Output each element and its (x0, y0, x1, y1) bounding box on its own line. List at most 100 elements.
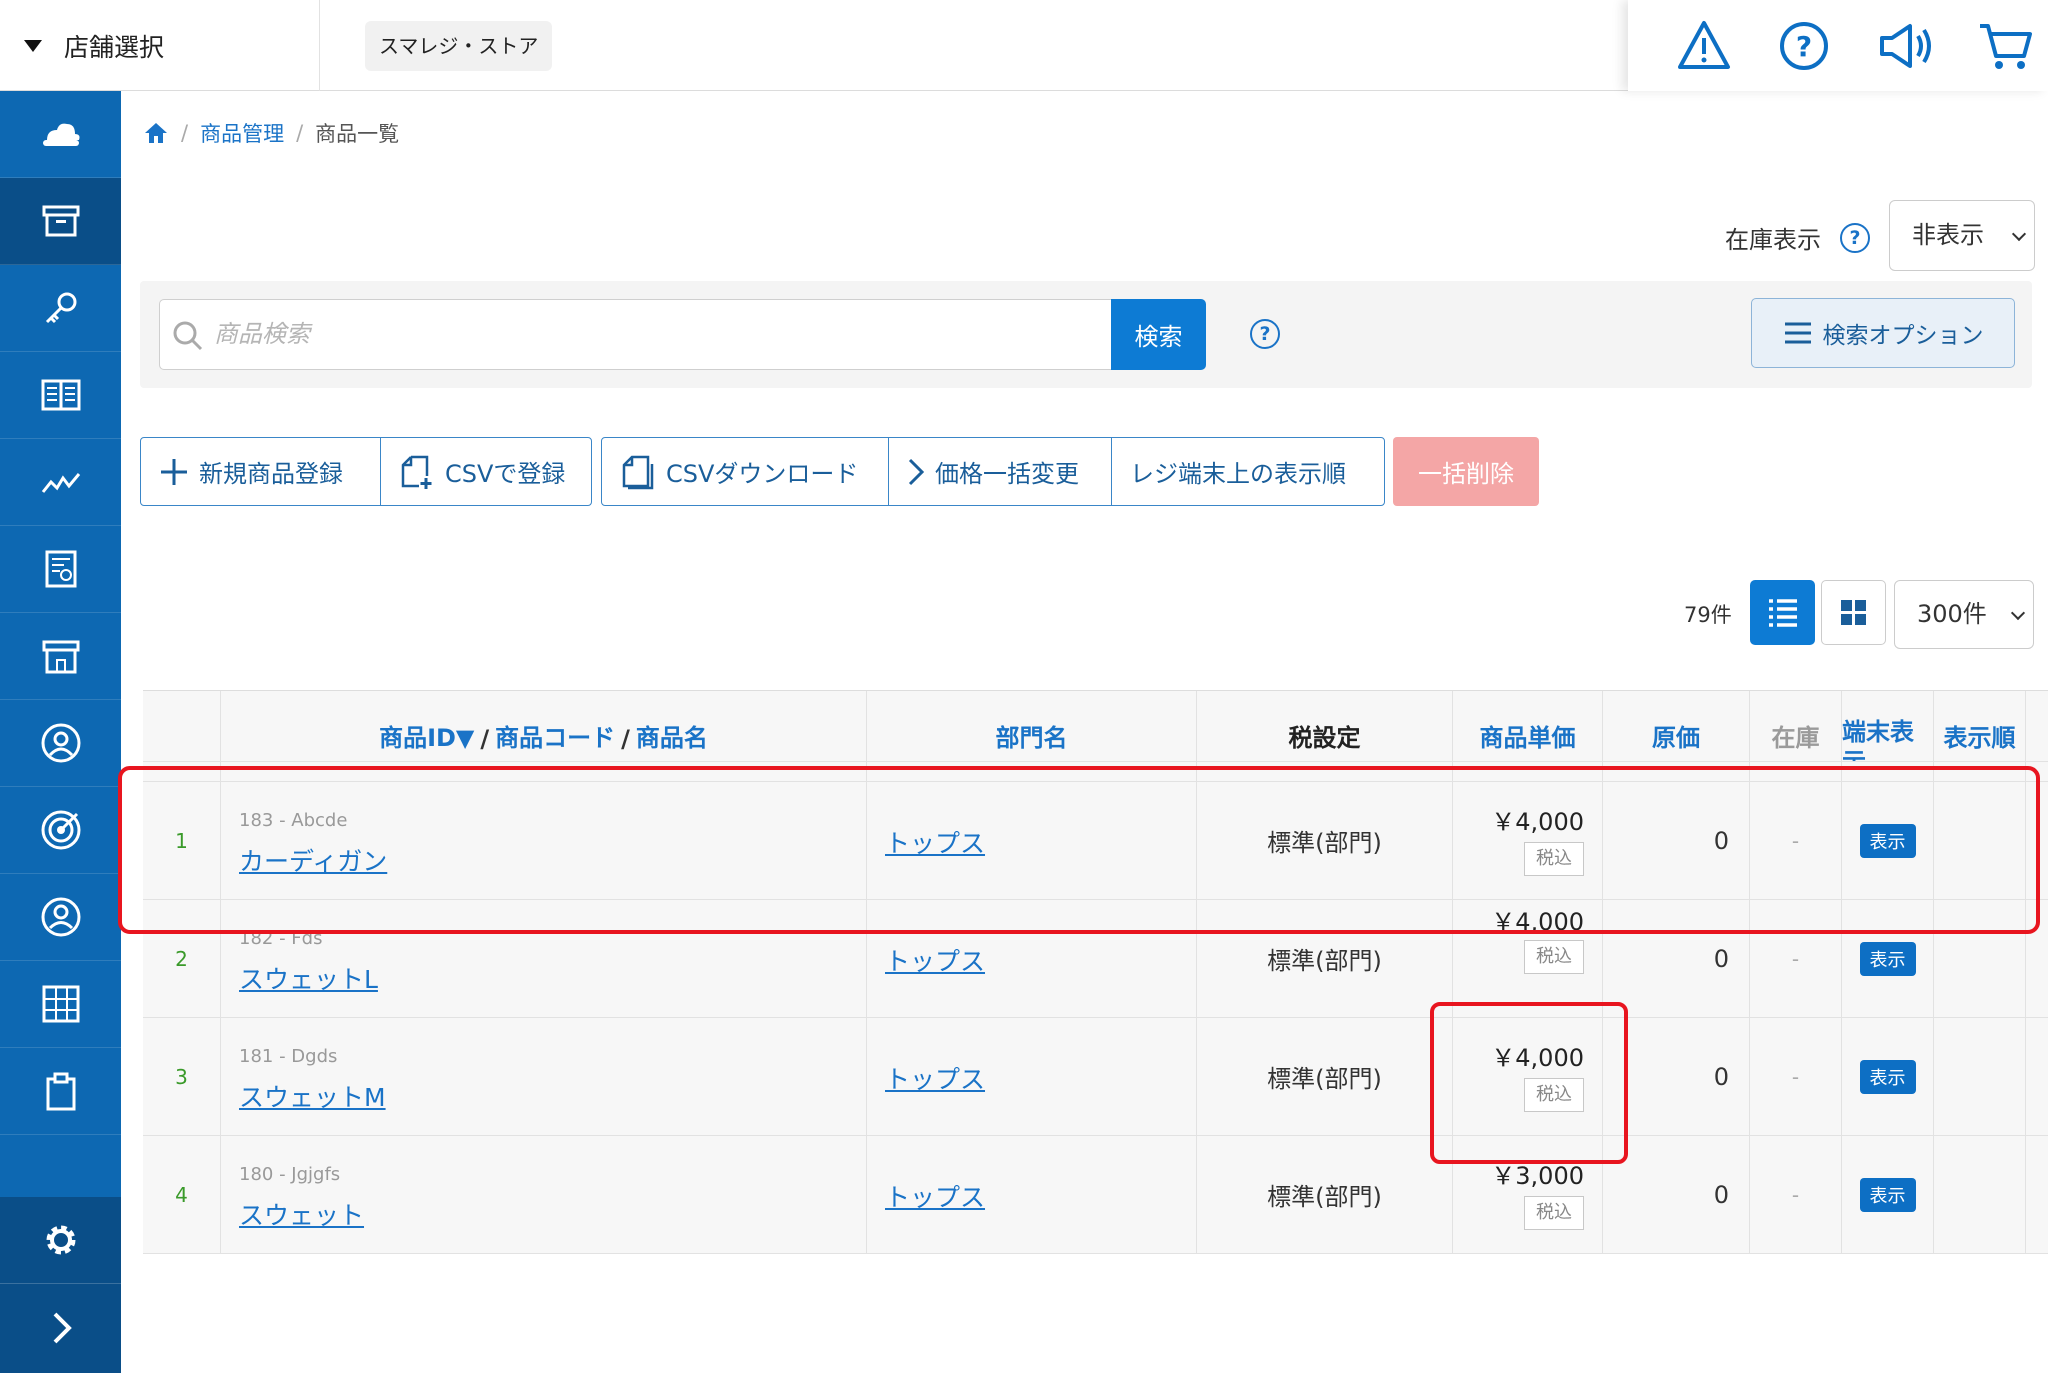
per-page-value: 300件 (1917, 600, 1987, 628)
stock-value: - (1750, 1018, 1842, 1135)
search-button[interactable]: 検索 (1111, 299, 1206, 370)
plus-icon (161, 458, 187, 485)
row-number: 4 (143, 1136, 221, 1253)
table-row[interactable]: 4 180 - Jgjgfs スウェット トップス 標準(部門) ￥3,000 … (143, 1136, 2048, 1254)
header-terminal[interactable]: 端末表示 (1842, 691, 1934, 761)
terminal-display-badge[interactable]: 表示 (1859, 1059, 1916, 1094)
sort-by-code[interactable]: 商品コード (495, 718, 615, 753)
department-link[interactable]: トップス (885, 1060, 985, 1096)
csv-download-button[interactable]: CSVダウンロード (602, 438, 889, 505)
bulk-price-button[interactable]: 価格一括変更 (889, 438, 1112, 505)
department-link[interactable]: トップス (885, 942, 985, 978)
sidebar (0, 91, 121, 1373)
breadcrumb-item-product-management[interactable]: 商品管理 (200, 118, 284, 148)
per-page-select[interactable]: 300件 (1894, 580, 2034, 649)
search-input[interactable] (214, 300, 1094, 369)
stock-display-value: 非表示 (1912, 221, 1984, 249)
search-options-button[interactable]: 検索オプション (1751, 298, 2015, 368)
store-select-label: 店舗選択 (64, 32, 165, 62)
home-icon[interactable] (143, 121, 169, 145)
book-icon (41, 379, 80, 411)
sidebar-item-report[interactable] (0, 526, 121, 613)
top-icons: ? (1628, 0, 2048, 91)
sort-by-name[interactable]: 商品名 (636, 718, 708, 753)
stock-value: - (1750, 1136, 1842, 1253)
sidebar-item-clipboard[interactable] (0, 1048, 121, 1135)
order-cell (1934, 1136, 2026, 1253)
sidebar-item-user[interactable] (0, 874, 121, 961)
file-add-icon (401, 455, 432, 489)
bulk-delete-button[interactable]: 一括削除 (1393, 437, 1539, 506)
product-name-link[interactable]: スウェットL (239, 960, 378, 996)
sidebar-item-analytics[interactable] (0, 439, 121, 526)
warning-icon[interactable] (1676, 18, 1732, 74)
sidebar-item-products[interactable] (0, 178, 121, 265)
list-icon (1769, 599, 1797, 627)
breadcrumb-item-product-list: 商品一覧 (315, 122, 400, 146)
register-order-label: レジ端末上の表示順 (1130, 460, 1346, 488)
search-options-label: 検索オプション (1822, 323, 1984, 349)
settings-icon (46, 1225, 75, 1255)
product-name-link[interactable]: スウェット (239, 1196, 364, 1232)
header-price[interactable]: 商品単価 (1453, 691, 1603, 761)
terminal-display-badge[interactable]: 表示 (1859, 1177, 1916, 1212)
new-product-button[interactable]: 新規商品登録 (141, 438, 381, 505)
header-cost[interactable]: 原価 (1603, 691, 1750, 761)
terminal-display-cell: 表示 (1842, 1018, 1934, 1135)
sort-by-id[interactable]: 商品ID▼ (379, 718, 474, 753)
svg-text:?: ? (1796, 30, 1812, 63)
help-icon[interactable]: ? (1776, 18, 1832, 74)
table-row[interactable]: 3 181 - Dgds スウェットM トップス 標準(部門) ￥4,000 税… (143, 1018, 2048, 1136)
register-order-button[interactable]: レジ端末上の表示順 (1112, 438, 1384, 505)
highlight-box-price (1430, 1002, 1628, 1164)
csv-register-button[interactable]: CSVで登録 (381, 438, 591, 505)
header-separator: / (480, 725, 490, 753)
order-cell (1934, 1018, 2026, 1135)
file-download-icon (622, 455, 654, 489)
header-stock: 在庫 (1750, 691, 1842, 761)
hamburger-icon (1784, 322, 1811, 344)
stock-help-icon[interactable]: ? (1840, 223, 1870, 253)
clipboard-icon (46, 1072, 75, 1111)
terminal-display-badge[interactable]: 表示 (1859, 941, 1916, 976)
header-checkbox-col (143, 691, 221, 761)
stock-display-label: 在庫表示 (1725, 226, 1821, 254)
product-cell: 180 - Jgjgfs スウェット (221, 1136, 867, 1253)
megaphone-icon[interactable] (1876, 18, 1936, 74)
chevron-down-icon (2011, 226, 2027, 241)
search-help-icon[interactable]: ? (1250, 319, 1280, 349)
store-select-dropdown[interactable]: 店舗選択 (0, 0, 320, 91)
terminal-display-cell: 表示 (1842, 1136, 1934, 1253)
sidebar-item-key[interactable] (0, 265, 121, 352)
stock-display-select[interactable]: 非表示 (1889, 200, 2035, 271)
department-link[interactable]: トップス (885, 1178, 985, 1214)
sidebar-item-grid[interactable] (0, 961, 121, 1048)
chart-icon (41, 473, 80, 493)
triangle-down-icon (24, 39, 42, 52)
department-cell: トップス (867, 1018, 1197, 1135)
sidebar-item-book[interactable] (0, 352, 121, 439)
cart-icon[interactable] (1976, 18, 2034, 74)
list-view-button[interactable] (1750, 580, 1815, 645)
breadcrumb: / 商品管理 / 商品一覧 (143, 118, 399, 148)
product-name-link[interactable]: スウェットM (239, 1078, 386, 1114)
header-order[interactable]: 表示順 (1934, 691, 2026, 761)
sidebar-expand-button[interactable] (0, 1284, 121, 1371)
department-cell: トップス (867, 1136, 1197, 1253)
grid-view-button[interactable] (1821, 580, 1886, 645)
sidebar-item-customer[interactable] (0, 700, 121, 787)
header-tax: 税設定 (1197, 691, 1453, 761)
register-button-group: 新規商品登録 CSVで登録 (140, 437, 592, 506)
sidebar-item-store[interactable] (0, 613, 121, 700)
sidebar-item-settings[interactable] (0, 1197, 121, 1284)
header-id-code-name: 商品ID▼ / 商品コード / 商品名 (221, 691, 867, 761)
product-id-code: 181 - Dgds (239, 1046, 338, 1067)
header-department[interactable]: 部門名 (867, 691, 1197, 761)
sidebar-item-home[interactable] (0, 91, 121, 178)
sidebar-bottom (0, 1197, 121, 1373)
csv-register-label: CSVで登録 (445, 460, 566, 488)
new-product-label: 新規商品登録 (199, 460, 343, 488)
sidebar-item-target[interactable] (0, 787, 121, 874)
search-panel: 検索 ? 検索オプション (140, 281, 2032, 388)
product-cell: 181 - Dgds スウェットM (221, 1018, 867, 1135)
